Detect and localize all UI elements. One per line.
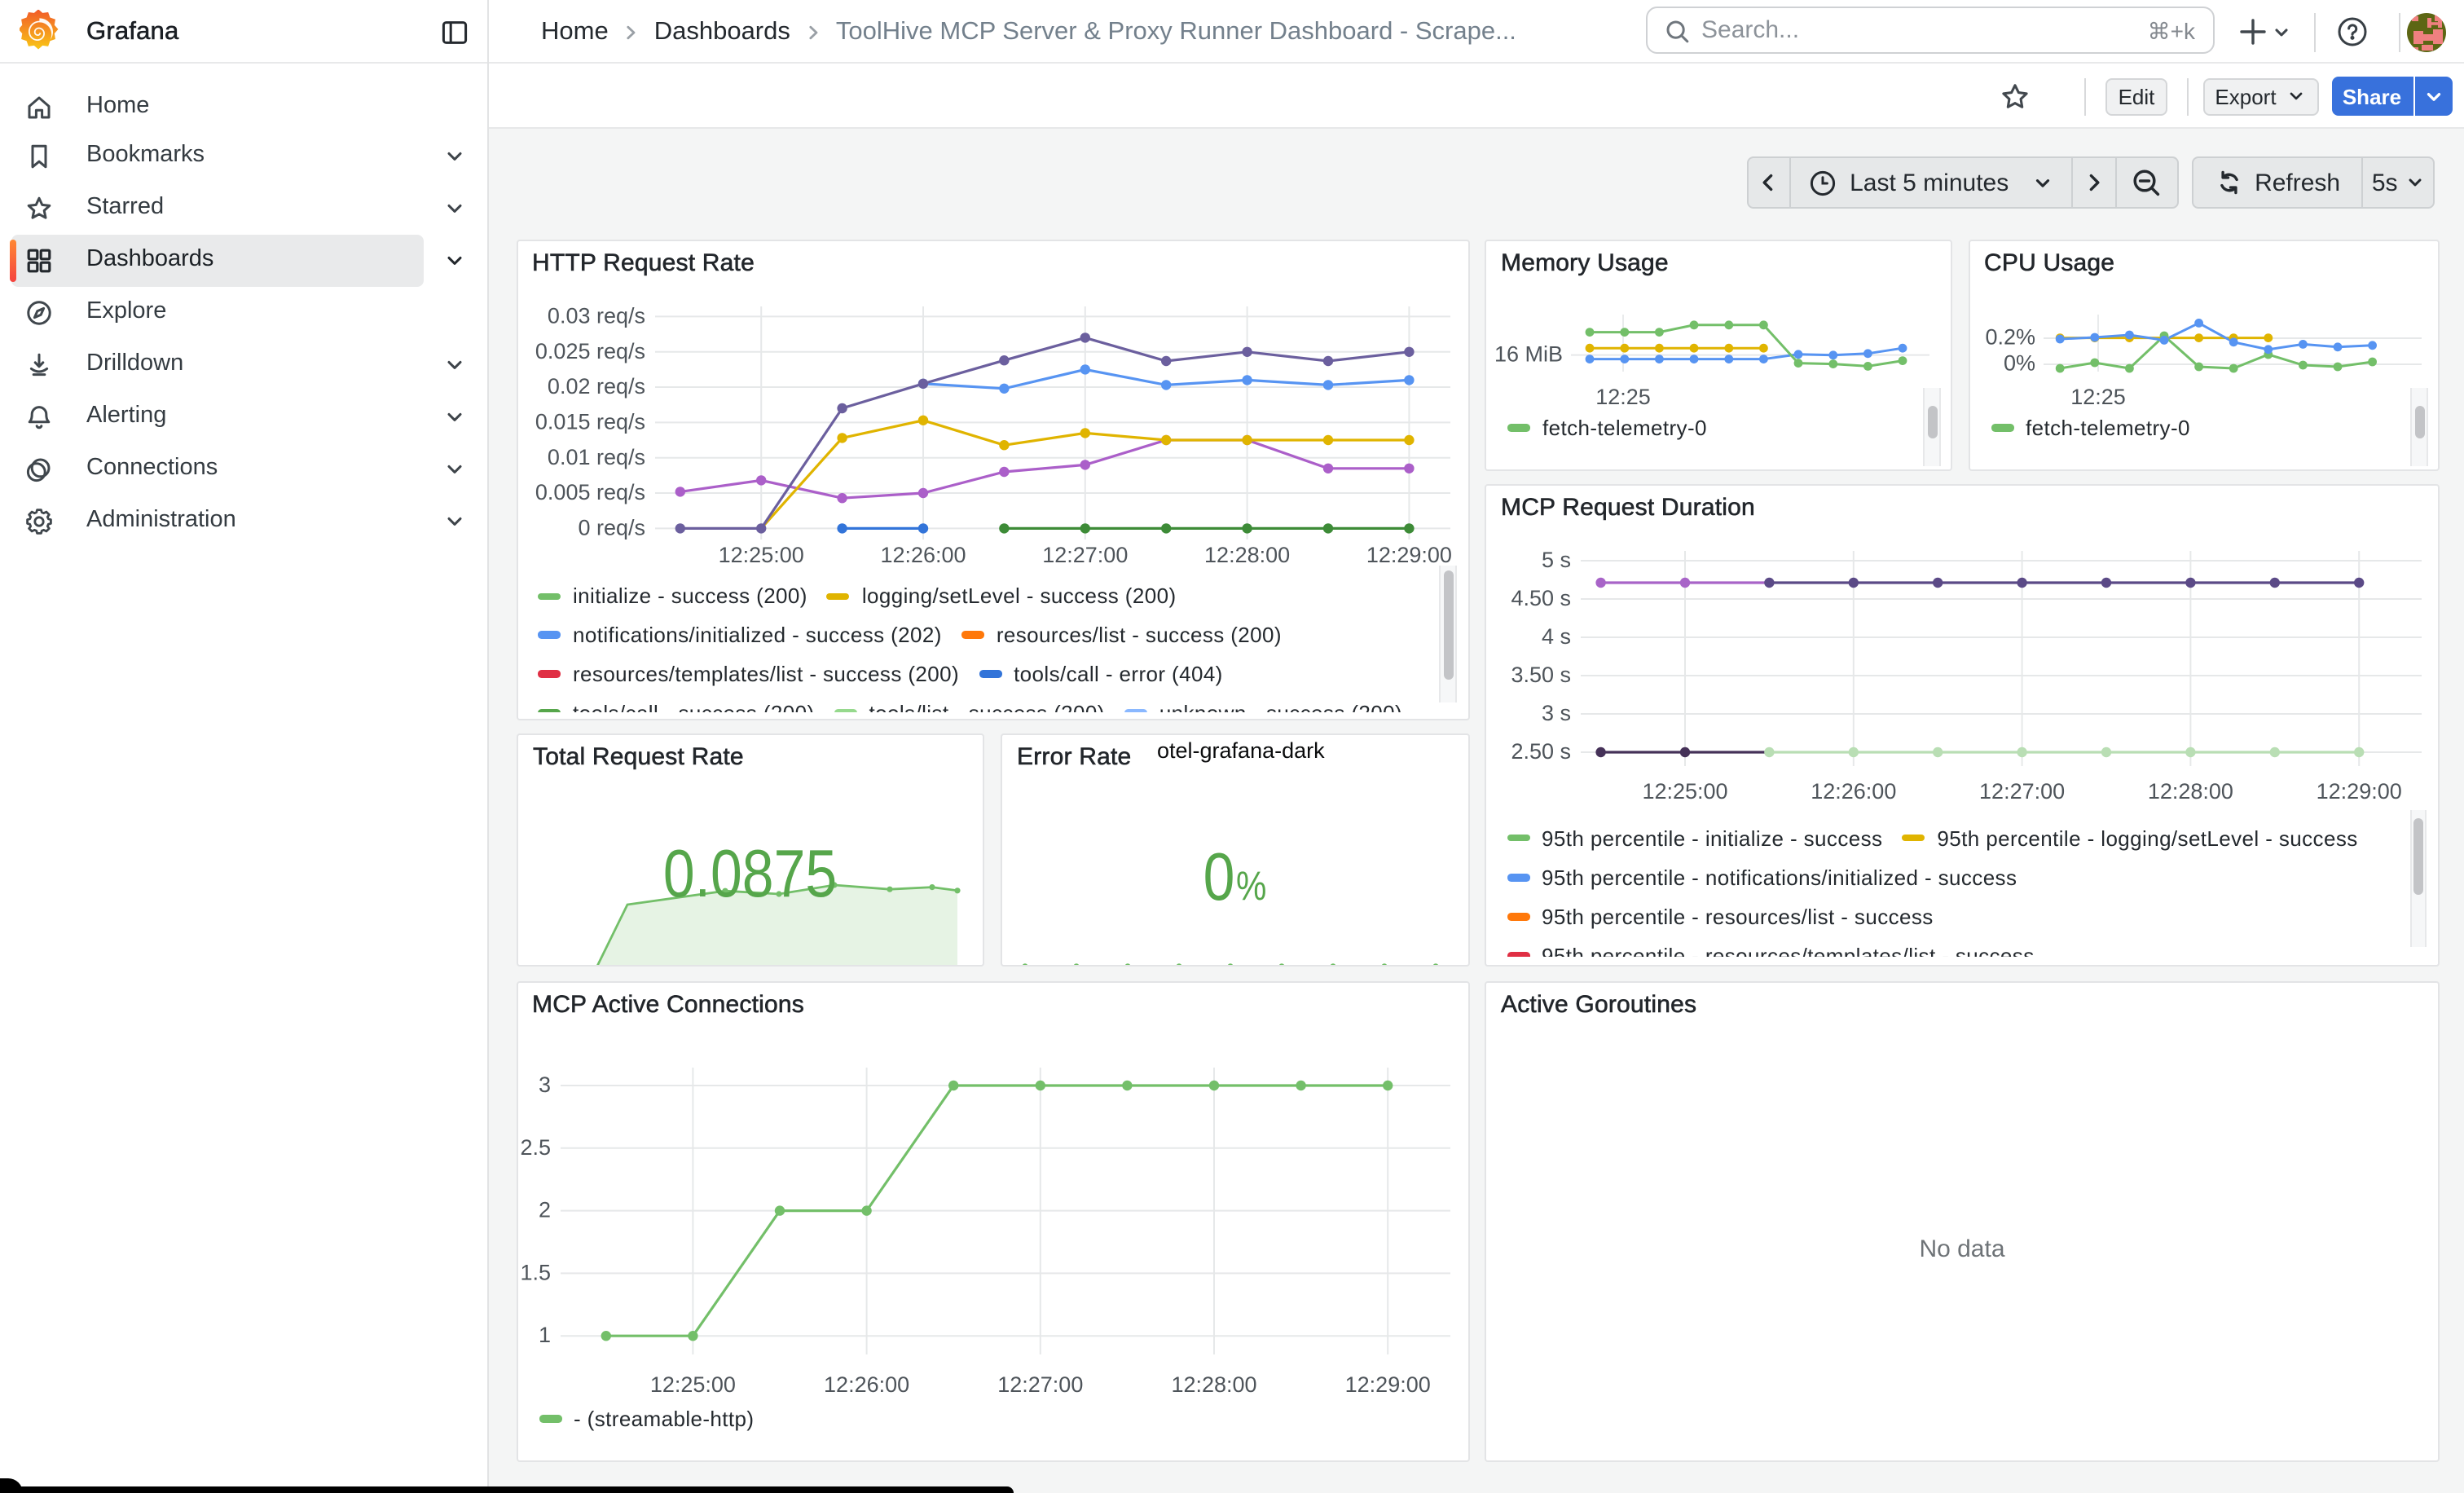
svg-text:4.50 s: 4.50 s	[1511, 586, 1571, 610]
svg-text:12:26:00: 12:26:00	[1811, 779, 1896, 804]
svg-text:3: 3	[538, 1072, 550, 1097]
svg-text:2.50 s: 2.50 s	[1511, 739, 1571, 764]
svg-text:12:28:00: 12:28:00	[2148, 779, 2233, 804]
svg-text:16 MiB: 16 MiB	[1494, 342, 1563, 367]
svg-text:1: 1	[538, 1323, 550, 1347]
svg-text:2.5: 2.5	[519, 1135, 550, 1160]
svg-text:2: 2	[538, 1198, 550, 1222]
svg-text:3 s: 3 s	[1542, 701, 1571, 725]
svg-text:12:25: 12:25	[2070, 385, 2125, 409]
svg-text:12:27:00: 12:27:00	[1979, 779, 2065, 804]
svg-text:0.015 req/s: 0.015 req/s	[535, 409, 645, 434]
svg-text:4 s: 4 s	[1542, 624, 1571, 649]
svg-text:0 req/s: 0 req/s	[577, 515, 645, 540]
svg-text:3.50 s: 3.50 s	[1511, 663, 1571, 687]
svg-text:5 s: 5 s	[1542, 548, 1571, 572]
svg-text:12:28:00: 12:28:00	[1170, 1372, 1256, 1397]
svg-text:0.025 req/s: 0.025 req/s	[535, 339, 645, 363]
svg-text:12:25:00: 12:25:00	[718, 543, 803, 567]
svg-text:12:25:00: 12:25:00	[649, 1372, 735, 1397]
svg-text:0.2%: 0.2%	[1984, 325, 2035, 350]
svg-text:12:26:00: 12:26:00	[823, 1372, 909, 1397]
svg-text:12:29:00: 12:29:00	[1344, 1372, 1430, 1397]
svg-text:12:28:00: 12:28:00	[1203, 543, 1289, 567]
svg-text:12:26:00: 12:26:00	[879, 543, 965, 567]
svg-text:0.02 req/s: 0.02 req/s	[547, 374, 645, 399]
svg-text:12:25: 12:25	[1595, 385, 1651, 409]
svg-text:12:27:00: 12:27:00	[1041, 543, 1127, 567]
svg-text:0%: 0%	[2003, 351, 2035, 376]
svg-text:1.5: 1.5	[519, 1260, 550, 1284]
svg-text:12:25:00: 12:25:00	[1642, 779, 1727, 804]
svg-text:0.03 req/s: 0.03 req/s	[547, 303, 645, 328]
svg-text:12:29:00: 12:29:00	[1366, 543, 1451, 567]
svg-text:12:27:00: 12:27:00	[997, 1372, 1082, 1397]
svg-text:12:29:00: 12:29:00	[2317, 779, 2402, 804]
svg-text:0.005 req/s: 0.005 req/s	[535, 480, 645, 504]
svg-text:0.01 req/s: 0.01 req/s	[547, 445, 645, 469]
